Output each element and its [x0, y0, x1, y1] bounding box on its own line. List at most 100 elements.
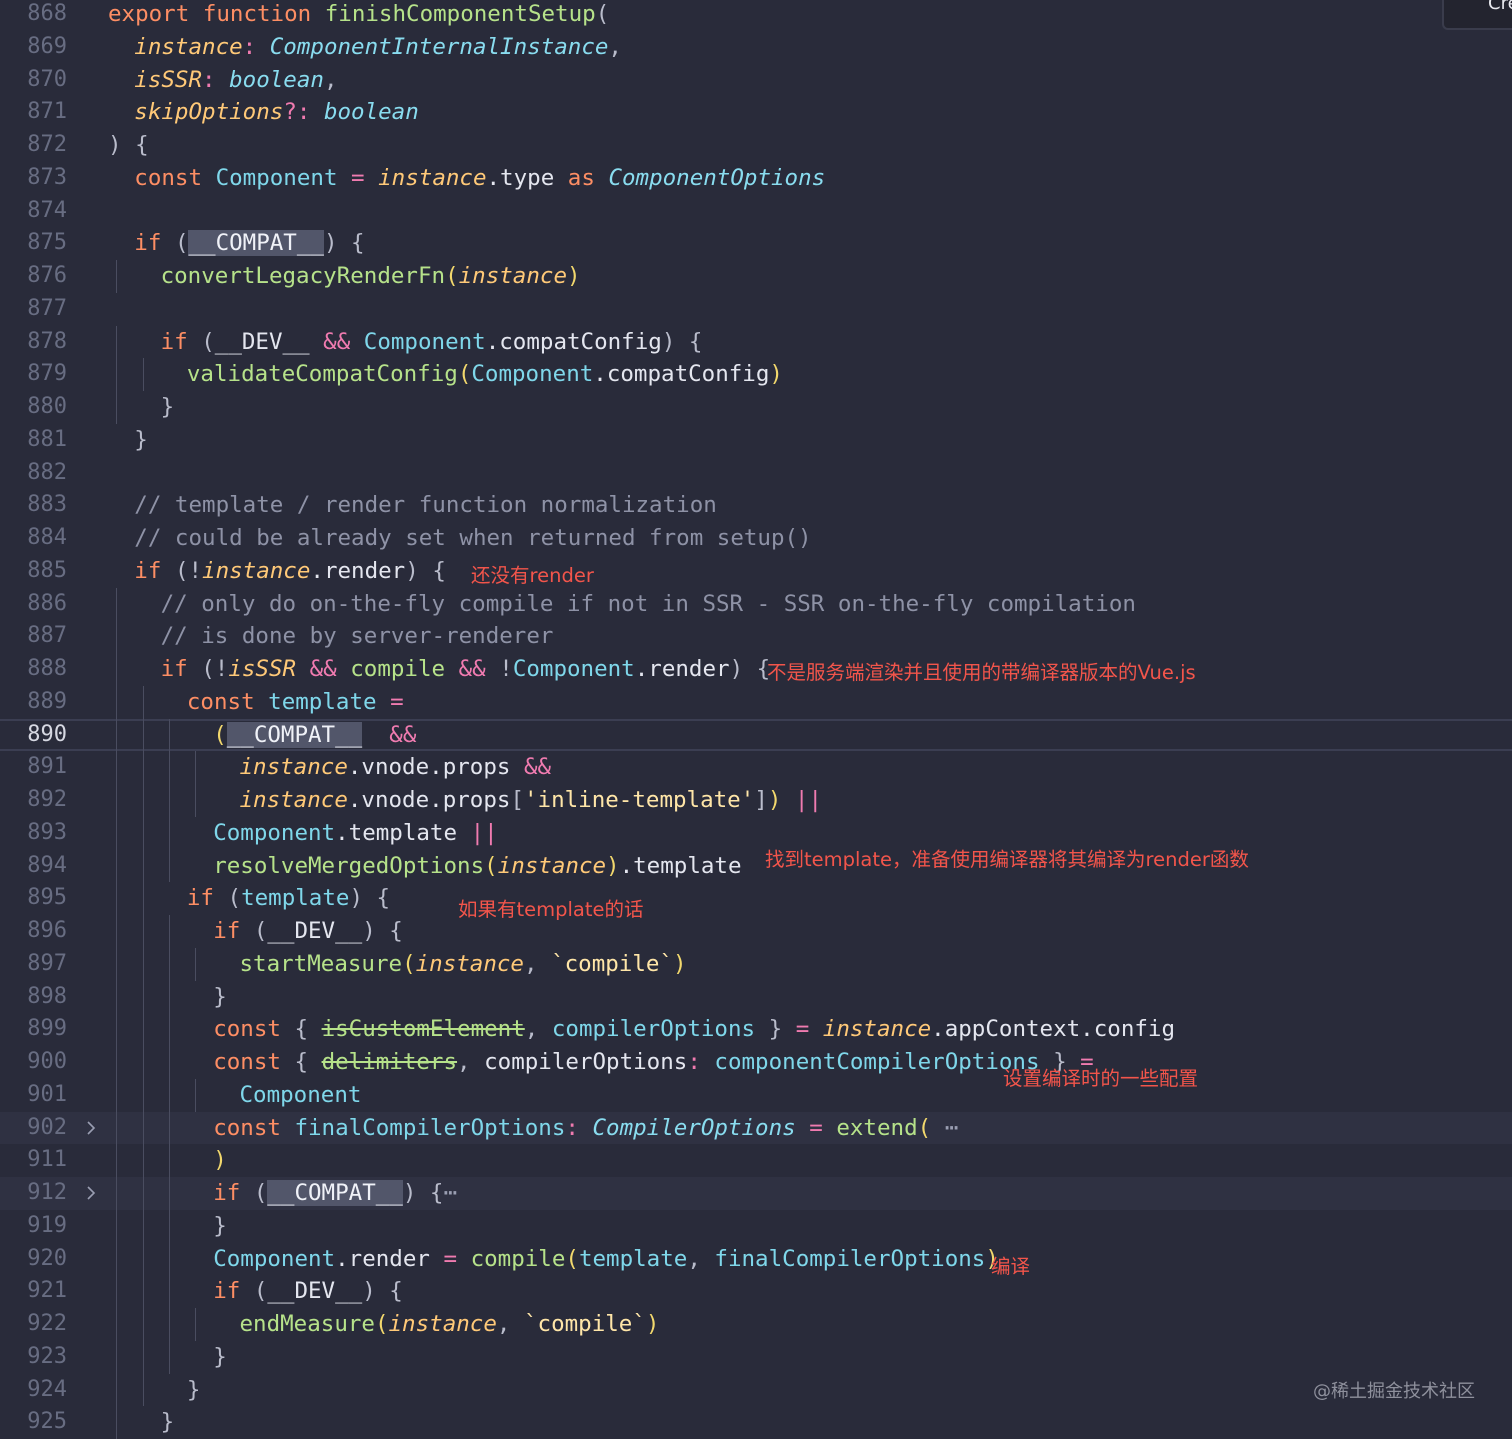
code-editor[interactable]: 868 export function finishComponentSetup(… — [0, 0, 1512, 1439]
code-line[interactable]: 899 const { isCustomElement, compilerOpti… — [0, 1013, 1512, 1046]
code-line[interactable]: 886 // only do on-the-fly compile if not … — [0, 587, 1512, 621]
code-line[interactable]: 920 Component.render = compile(template, … — [0, 1242, 1512, 1276]
code-line[interactable]: 888 if (!isSSR && compile && !Component.r… — [0, 653, 1512, 686]
code-token: .render — [310, 557, 406, 584]
code-line[interactable]: 895 if (template) { — [0, 882, 1512, 915]
code-token: ( — [374, 1311, 389, 1337]
code-line[interactable]: 919} — [0, 1209, 1512, 1243]
indent-guide — [116, 620, 118, 653]
code-line[interactable]: 871 skipOptions?: boolean — [0, 96, 1512, 129]
code-token: .vnode.props — [347, 754, 524, 781]
code-token: ( — [595, 1, 610, 27]
code-line[interactable]: 922 endMeasure(instance, `compile`) — [0, 1308, 1512, 1341]
indent-guide — [116, 1275, 118, 1308]
line-number: 872 — [27, 132, 67, 157]
code-line[interactable]: 925} — [0, 1406, 1512, 1439]
code-line[interactable]: 923} — [0, 1340, 1512, 1374]
code-token: && — [296, 656, 351, 682]
code-line[interactable]: 885 if (!instance.render) { — [0, 555, 1512, 588]
code-line[interactable]: 877 — [0, 293, 1512, 326]
code-line[interactable]: 900 const { delimiters, compilerOptions: … — [0, 1046, 1512, 1079]
code-token: && — [362, 721, 417, 748]
fold-chevron-right-icon[interactable] — [82, 1112, 100, 1145]
code-line[interactable]: 875 if (__COMPAT__) { — [0, 227, 1512, 260]
line-number: 869 — [27, 33, 67, 59]
code-line[interactable]: 879 validateCompatConfig(Component.compat… — [0, 358, 1512, 391]
code-text: if (__DEV__) { — [213, 915, 403, 948]
line-number: 894 — [27, 852, 67, 878]
line-number: 924 — [27, 1376, 67, 1402]
code-line[interactable]: 892 instance.vnode.props['inline-template… — [0, 784, 1512, 817]
code-token: ( — [227, 885, 242, 912]
code-line[interactable]: 902 const finalCompilerOptions: CompilerO… — [0, 1111, 1512, 1145]
indent-guide — [116, 980, 118, 1014]
code-line[interactable]: 896 if (__DEV__) { — [0, 915, 1512, 948]
watermark: @稀土掘金技术社区 — [1313, 1381, 1475, 1402]
code-text: // only do on-the-fly compile if not in … — [161, 588, 1136, 621]
code-line[interactable]: 883 // template / render function normali… — [0, 489, 1512, 522]
indent-guide — [168, 1078, 170, 1112]
annotation-note: 编译 — [991, 1254, 1031, 1278]
code-line[interactable]: 873 const Component = instance.type as Co… — [0, 162, 1512, 195]
code-text: } — [161, 391, 175, 424]
code-line[interactable]: 882 — [0, 457, 1512, 490]
code-token: ( — [213, 721, 227, 748]
code-line[interactable]: 887 // is done by server-renderer — [0, 620, 1512, 653]
line-number: 892 — [27, 787, 67, 812]
code-text: // could be already set when returned fr… — [134, 522, 811, 555]
indent-guide — [168, 1046, 170, 1079]
code-token: } — [755, 1016, 796, 1043]
code-text: if (__COMPAT__) {⋯ — [213, 1177, 457, 1210]
indent-guide — [168, 1308, 170, 1341]
code-line[interactable]: 880} — [0, 391, 1512, 424]
indent-guide — [168, 1275, 170, 1308]
code-line[interactable]: 921 if (__DEV__) { — [0, 1275, 1512, 1308]
line-number: 921 — [27, 1278, 67, 1304]
code-token: const — [213, 1016, 295, 1043]
editor-corner-widget[interactable]: Cre — [1442, 0, 1512, 30]
code-line[interactable]: 898} — [0, 980, 1512, 1014]
code-line[interactable]: 874 — [0, 195, 1512, 228]
code-line[interactable]: 891 instance.vnode.props && — [0, 751, 1512, 784]
code-line[interactable]: 893 Component.template || — [0, 816, 1512, 850]
code-line[interactable]: 924} — [0, 1373, 1512, 1407]
code-line[interactable]: 890 (__COMPAT__ && — [0, 718, 1512, 752]
line-number: 899 — [27, 1016, 67, 1042]
code-line[interactable]: 878 if (__DEV__ && Component.compatConfig… — [0, 325, 1512, 359]
code-line[interactable]: 911) — [0, 1144, 1512, 1177]
code-line[interactable]: 884 // could be already set when returned… — [0, 522, 1512, 555]
line-number: 875 — [27, 230, 67, 256]
corner-label: Cre — [1488, 0, 1512, 14]
code-token: , — [523, 950, 552, 977]
code-line[interactable]: 881} — [0, 424, 1512, 457]
line-number: 920 — [27, 1245, 67, 1271]
code-text: skipOptions?: boolean — [134, 96, 418, 129]
code-token: : — [242, 33, 270, 60]
code-line[interactable]: 872) { — [0, 129, 1512, 162]
code-line[interactable]: 868 export function finishComponentSetup( — [0, 0, 1512, 31]
indent-guide — [168, 751, 170, 784]
indent-guide — [142, 1177, 144, 1210]
line-number: 889 — [27, 688, 67, 714]
code-line[interactable]: 912 if (__COMPAT__) {⋯ — [0, 1177, 1512, 1210]
code-line[interactable]: 901 Component — [0, 1078, 1512, 1112]
code-line[interactable]: 897 startMeasure(instance, `compile`) — [0, 947, 1512, 981]
line-number: 881 — [27, 426, 67, 452]
code-token: .vnode.props — [347, 787, 511, 813]
code-line[interactable]: 876 convertLegacyRenderFn(instance) — [0, 260, 1512, 293]
fold-chevron-right-icon[interactable] — [82, 1177, 100, 1210]
code-text: } — [134, 424, 148, 457]
indent-guide — [116, 816, 118, 850]
code-token: instance — [202, 557, 311, 584]
code-line[interactable]: 870 isSSR: boolean, — [0, 64, 1512, 97]
code-text: instance: ComponentInternalInstance, — [134, 31, 622, 64]
code-token: ) { — [362, 1278, 403, 1305]
code-token: endMeasure — [239, 1311, 375, 1337]
code-line[interactable]: 869 instance: ComponentInternalInstance, — [0, 31, 1512, 64]
code-token: .compatConfig — [593, 361, 770, 388]
line-number: 912 — [27, 1180, 67, 1205]
code-line[interactable]: 889 const template = — [0, 685, 1512, 719]
code-line[interactable]: 894 resolveMergedOptions(instance).templa… — [0, 849, 1512, 883]
code-token: if — [213, 918, 254, 944]
code-text: Component — [240, 1079, 362, 1112]
